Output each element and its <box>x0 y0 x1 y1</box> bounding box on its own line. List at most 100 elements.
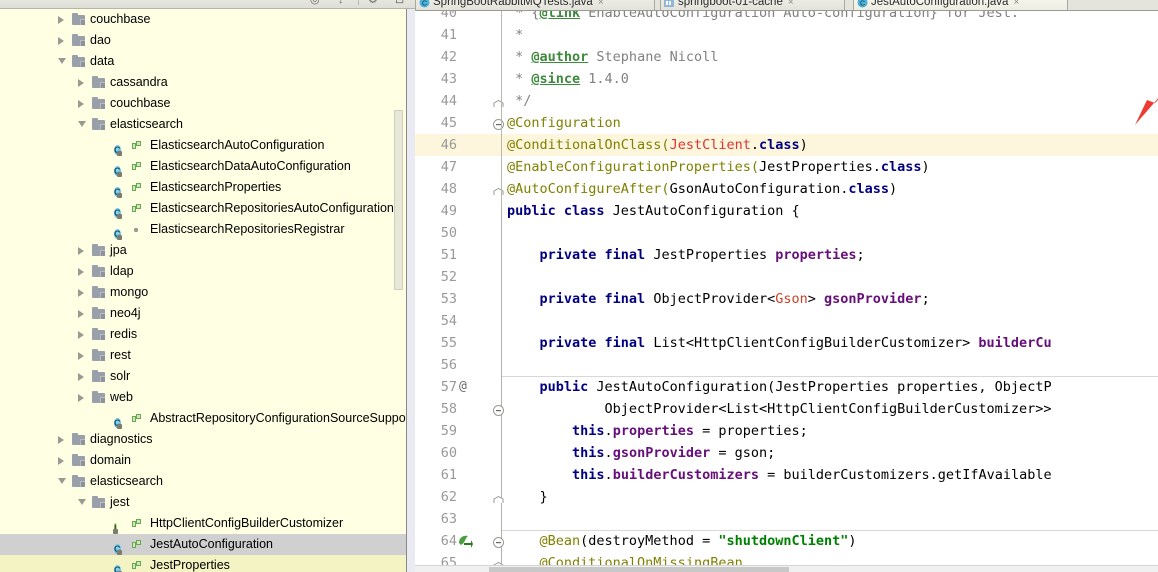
chevron-right-icon[interactable] <box>56 30 67 51</box>
collapse-all-icon[interactable]: ◎ <box>310 0 320 6</box>
chevron-right-icon[interactable] <box>56 9 67 30</box>
tree-item-elasticsearchrepositoriesregistrar[interactable]: C ElasticsearchRepositoriesRegistrar <box>0 219 415 240</box>
spring-bean-gutter-icon[interactable] <box>457 534 485 556</box>
tree-item-elasticsearchautoconfiguration[interactable]: C ElasticsearchAutoConfiguration <box>0 135 415 156</box>
close-icon[interactable]: × <box>788 0 794 10</box>
code-line[interactable]: @Bean(destroyMethod = "shutdownClient") <box>507 530 857 552</box>
code-line[interactable]: this.properties = properties; <box>507 420 808 442</box>
chevron-down-icon[interactable] <box>76 114 87 135</box>
project-toolbar[interactable]: ◎ ↓ ⚙ ⊟ <box>0 0 415 9</box>
chevron-down-icon[interactable] <box>56 471 67 492</box>
code-line[interactable]: this.gsonProvider = gson; <box>507 442 775 464</box>
editor-tab-jestautoconfiguration-java[interactable]: C JestAutoConfiguration.java × <box>853 0 1068 10</box>
code-line[interactable]: private final ObjectProvider<Gson> gsonP… <box>507 288 930 310</box>
code-token: gsonProvider <box>824 291 922 307</box>
code-token: Stephane Nicoll <box>588 49 719 65</box>
tree-item-elasticsearchrepositoriesautoconfiguration[interactable]: C ElasticsearchRepositoriesAutoConfigurat… <box>0 198 415 219</box>
code-line[interactable]: * <box>507 24 523 46</box>
tree-item-domain[interactable]: domain <box>0 450 415 471</box>
code-token: . <box>872 159 881 175</box>
code-line[interactable]: private final JestProperties properties; <box>507 244 865 266</box>
code-line[interactable]: } <box>507 486 548 508</box>
code-line[interactable]: @EnableConfigurationProperties(JestPrope… <box>507 156 930 178</box>
code-line[interactable]: @AutoConfigureAfter(GsonAutoConfiguratio… <box>507 178 897 200</box>
tree-item-rest[interactable]: rest <box>0 345 415 366</box>
fold-collapse-icon[interactable] <box>493 536 506 558</box>
code-line[interactable]: * @since 1.4.0 <box>507 68 629 90</box>
chevron-right-icon[interactable] <box>56 429 67 450</box>
fold-end-icon[interactable] <box>493 185 506 207</box>
editor-tab-springbootrabbitmqtests-java[interactable]: C SpringBootRabbitMQTests.java × <box>415 0 655 10</box>
code-token: properties <box>612 423 694 439</box>
close-icon[interactable]: × <box>1013 0 1019 10</box>
tree-item-elasticsearch[interactable]: elasticsearch <box>0 471 415 492</box>
tree-item-dao[interactable]: dao <box>0 30 415 51</box>
override-gutter-icon[interactable]: @ <box>459 376 487 398</box>
tree-item-jestautoconfiguration[interactable]: C JestAutoConfiguration <box>0 534 415 555</box>
close-icon[interactable]: × <box>598 0 604 10</box>
settings-icon[interactable]: ⚙ <box>368 0 378 6</box>
chevron-right-icon[interactable] <box>76 240 87 261</box>
tree-item-couchbase[interactable]: couchbase <box>0 93 415 114</box>
chevron-right-icon[interactable] <box>76 72 87 93</box>
chevron-right-icon[interactable] <box>76 324 87 345</box>
code-line[interactable]: public JestAutoConfiguration(JestPropert… <box>507 376 1052 398</box>
editor-tab-bar[interactable]: C SpringBootRabbitMQTests.java × springboot… <box>415 0 1158 11</box>
project-tree-scrollbar[interactable] <box>394 110 403 290</box>
tree-item-data[interactable]: data <box>0 51 415 72</box>
code-token: . <box>604 445 613 461</box>
code-line[interactable]: this.builderCustomizers = builderCustomi… <box>507 464 1052 486</box>
code-line[interactable]: @Configuration <box>507 112 621 134</box>
code-line[interactable]: * {@link EnableAutoConfiguration Auto-co… <box>507 11 1019 24</box>
package-folder-icon <box>72 433 87 447</box>
chevron-right-icon[interactable] <box>76 261 87 282</box>
fold-end-icon[interactable] <box>493 493 506 515</box>
chevron-right-icon[interactable] <box>76 345 87 366</box>
tree-item-jestproperties[interactable]: C JestProperties <box>0 555 415 572</box>
code-line[interactable]: private final List<HttpClientConfigBuild… <box>507 332 1052 354</box>
fold-end-icon[interactable] <box>493 97 506 119</box>
tree-item-elasticsearchdataautoconfiguration[interactable]: C ElasticsearchDataAutoConfiguration <box>0 156 415 177</box>
public-visibility-icon <box>132 141 142 151</box>
scrollbar-thumb[interactable] <box>489 567 789 572</box>
code-token: this <box>572 445 605 461</box>
tree-item-httpclientconfigbuildercustomizer[interactable]: I HttpClientConfigBuilderCustomizer <box>0 513 415 534</box>
tree-item-abstractrepositoryconfigurationsourcesupport[interactable]: C AbstractRepositoryConfigurationSourceSu… <box>0 408 415 429</box>
code-line[interactable]: */ <box>507 90 531 112</box>
code-line[interactable]: public class JestAutoConfiguration { <box>507 200 800 222</box>
code-line[interactable]: * @author Stephane Nicoll <box>507 46 718 68</box>
chevron-down-icon[interactable] <box>56 51 67 72</box>
line-number: 59 <box>440 423 457 439</box>
tree-item-neo4j[interactable]: neo4j <box>0 303 415 324</box>
project-tree-scroll-area[interactable]: couchbase dao data cassandra couchbase elasti… <box>0 9 415 572</box>
tree-item-mongo[interactable]: mongo <box>0 282 415 303</box>
chevron-right-icon[interactable] <box>76 387 87 408</box>
tree-item-redis[interactable]: redis <box>0 324 415 345</box>
chevron-right-icon[interactable] <box>56 450 67 471</box>
tree-item-label: mongo <box>110 285 149 299</box>
tree-item-cassandra[interactable]: cassandra <box>0 72 415 93</box>
chevron-down-icon[interactable] <box>76 492 87 513</box>
editor-tab-springboot-01-cache[interactable]: springboot-01-cache × <box>660 0 845 10</box>
editor-panel: C SpringBootRabbitMQTests.java × springboot… <box>415 0 1158 572</box>
tree-item-web[interactable]: web <box>0 387 415 408</box>
chevron-right-icon[interactable] <box>76 303 87 324</box>
code-line[interactable]: @ConditionalOnClass(JestClient.class) <box>507 134 808 156</box>
tree-item-diagnostics[interactable]: diagnostics <box>0 429 415 450</box>
code-editor[interactable]: 40 * {@link EnableAutoConfiguration Auto… <box>415 11 1158 572</box>
tree-item-elasticsearch[interactable]: elasticsearch <box>0 114 415 135</box>
tree-item-elasticsearchproperties[interactable]: C ElasticsearchProperties <box>0 177 415 198</box>
tree-item-jpa[interactable]: jpa <box>0 240 415 261</box>
chevron-right-icon[interactable] <box>76 366 87 387</box>
tree-item-ldap[interactable]: ldap <box>0 261 415 282</box>
chevron-right-icon[interactable] <box>76 93 87 114</box>
tree-item-jest[interactable]: jest <box>0 492 415 513</box>
tree-item-solr[interactable]: solr <box>0 366 415 387</box>
chevron-right-icon[interactable] <box>76 282 87 303</box>
code-line[interactable]: ObjectProvider<List<HttpClientConfigBuil… <box>507 398 1052 420</box>
hide-icon[interactable]: ⊟ <box>395 0 404 6</box>
tree-item-couchbase[interactable]: couchbase <box>0 9 415 30</box>
editor-horizontal-scrollbar[interactable] <box>415 565 1158 572</box>
fold-collapse-icon[interactable] <box>493 404 506 426</box>
expand-icon[interactable]: ↓ <box>338 0 344 6</box>
